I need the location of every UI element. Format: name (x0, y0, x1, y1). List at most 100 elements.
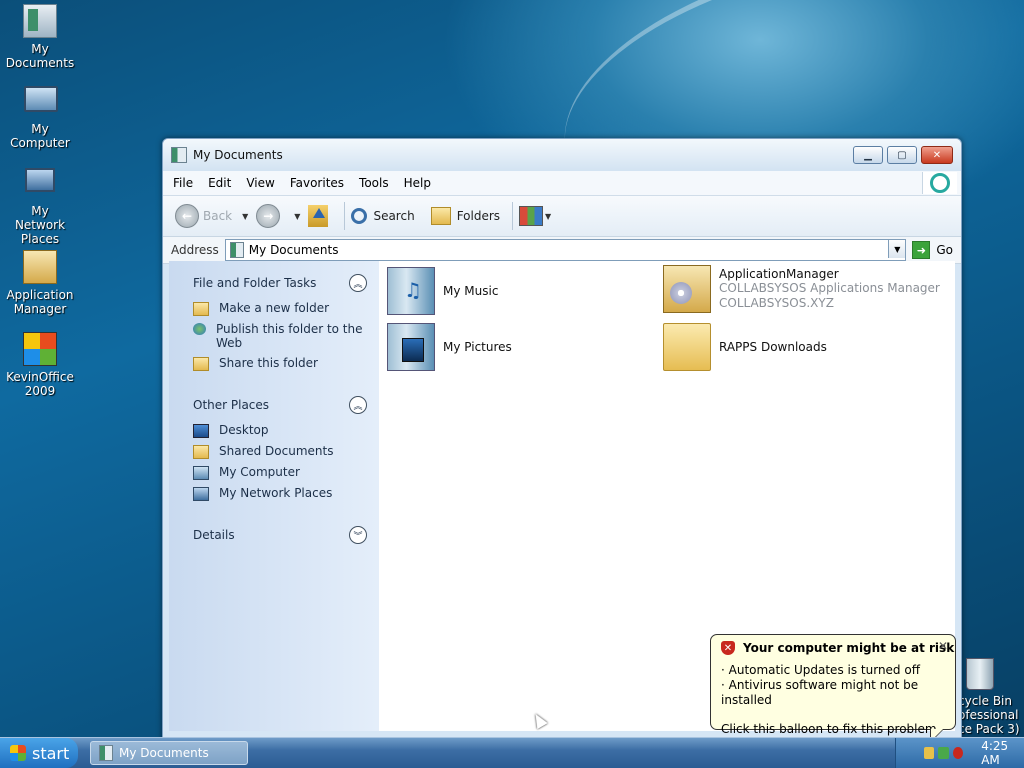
section-header[interactable]: Other Places ︽ (193, 393, 367, 417)
address-label: Address (171, 243, 219, 257)
start-button[interactable]: start (0, 738, 78, 768)
task-pane: File and Folder Tasks ︽ Make a new folde… (169, 261, 379, 731)
toolbar-separator (344, 202, 346, 230)
search-button[interactable]: Search (351, 208, 415, 224)
place-shared-documents[interactable]: Shared Documents (193, 444, 367, 459)
title-bar[interactable]: My Documents ▁ ▢ ✕ (163, 139, 961, 171)
application-package-icon (663, 265, 711, 313)
throbber-icon (930, 173, 950, 193)
desktop-icon-recycle-bin[interactable]: cycle Bin ofessional ce Pack 3) (958, 658, 1020, 736)
office-icon (23, 332, 57, 366)
folders-button[interactable]: Folders (430, 207, 501, 225)
views-button[interactable]: ▼ (519, 206, 551, 226)
task-make-new-folder[interactable]: Make a new folder (193, 301, 367, 316)
menu-edit[interactable]: Edit (208, 176, 231, 190)
up-button[interactable] (308, 205, 332, 227)
address-dropdown-icon[interactable]: ▼ (888, 240, 906, 258)
desktop-icon-label: My Computer (10, 122, 70, 150)
minimize-button[interactable]: ▁ (853, 146, 883, 164)
file-item-my-pictures[interactable]: My Pictures (387, 323, 512, 371)
balloon-line: · Antivirus software might not be instal… (721, 678, 919, 707)
go-button[interactable]: ➜ Go (912, 241, 953, 259)
menu-favorites[interactable]: Favorites (290, 176, 344, 190)
expand-icon[interactable]: ︾ (349, 526, 367, 544)
address-value: My Documents (248, 243, 339, 257)
folders-label: Folders (456, 209, 501, 223)
window-title: My Documents (193, 148, 283, 162)
taskbar-button-my-documents[interactable]: My Documents (90, 741, 248, 765)
tray-security-alert-icon[interactable] (952, 747, 964, 759)
place-label: My Network Places (219, 486, 333, 500)
tray-network-icon[interactable] (938, 747, 949, 759)
balloon-footer: Click this balloon to fix this problem. (721, 722, 941, 736)
task-share-folder[interactable]: Share this folder (193, 356, 367, 371)
place-network[interactable]: My Network Places (193, 486, 367, 501)
maximize-button[interactable]: ▢ (887, 146, 917, 164)
file-item-my-music[interactable]: My Music (387, 267, 498, 315)
file-description: COLLABSYSOS Applications Manager (719, 281, 940, 295)
address-input[interactable]: My Documents ▼ (224, 239, 907, 261)
recycle-bin-label-3: ce Pack 3) (958, 722, 1020, 736)
section-title: Details (193, 528, 235, 542)
new-folder-icon (193, 302, 209, 316)
menu-tools[interactable]: Tools (359, 176, 389, 190)
close-button[interactable]: ✕ (921, 146, 953, 164)
task-label: Make a new folder (219, 301, 330, 315)
desktop-icon-my-documents[interactable]: My Documents (0, 4, 80, 70)
search-icon (351, 208, 368, 224)
place-desktop[interactable]: Desktop (193, 423, 367, 438)
menu-view[interactable]: View (246, 176, 274, 190)
go-label: Go (936, 243, 953, 257)
clock[interactable]: 4:25 AM (981, 739, 1024, 767)
place-my-computer[interactable]: My Computer (193, 465, 367, 480)
menu-bar: File Edit View Favorites Tools Help (163, 171, 961, 196)
security-balloon[interactable]: ✕ ✕ Your computer might be at risk · Aut… (710, 634, 956, 743)
desktop-icon-label: Application Manager (6, 288, 74, 316)
menu-file[interactable]: File (173, 176, 193, 190)
collapse-icon[interactable]: ︽ (349, 274, 367, 292)
task-publish-web[interactable]: Publish this folder to the Web (193, 322, 367, 350)
file-name: RAPPS Downloads (719, 340, 827, 354)
file-name: My Pictures (443, 340, 512, 354)
file-item-rapps-downloads[interactable]: RAPPS Downloads (663, 323, 827, 371)
back-dropdown-icon[interactable]: ▼ (242, 212, 248, 221)
application-manager-icon (23, 250, 57, 284)
back-button[interactable]: ← Back (175, 204, 232, 228)
desktop-icon-office[interactable]: KevinOffice 2009 (0, 332, 80, 398)
desktop-icon-my-computer[interactable]: My Computer (0, 86, 80, 150)
taskbar: start My Documents 4:25 AM (0, 737, 1024, 768)
balloon-line: · Automatic Updates is turned off (721, 663, 920, 677)
tray-tool-icon[interactable] (924, 747, 935, 759)
forward-dropdown-icon[interactable]: ▼ (294, 212, 300, 221)
taskbar-button-label: My Documents (119, 746, 209, 760)
balloon-title: Your computer might be at risk (743, 641, 955, 655)
file-name: ApplicationManager (719, 267, 839, 281)
task-label: Share this folder (219, 356, 318, 370)
forward-button[interactable]: → (256, 204, 284, 228)
desktop-icon-network-places[interactable]: My Network Places (0, 168, 80, 246)
menu-help[interactable]: Help (404, 176, 431, 190)
desktop-icon-label: KevinOffice 2009 (6, 370, 74, 398)
computer-icon (193, 466, 209, 480)
file-item-application-manager[interactable]: ApplicationManager COLLABSYSOS Applicati… (663, 265, 940, 313)
music-folder-icon (387, 267, 435, 315)
folder-up-icon (308, 205, 329, 227)
recycle-bin-label-2: ofessional (958, 708, 1019, 722)
network-places-icon (24, 168, 56, 200)
views-dropdown-icon: ▼ (545, 211, 552, 221)
forward-arrow-icon: → (256, 204, 281, 228)
go-arrow-icon: ➜ (912, 241, 931, 259)
desktop-icon-application-manager[interactable]: Application Manager (0, 250, 80, 316)
back-arrow-icon: ← (175, 204, 199, 228)
collapse-icon[interactable]: ︽ (349, 396, 367, 414)
my-documents-icon (23, 4, 57, 38)
my-computer-icon (24, 86, 58, 118)
desktop-icon (193, 424, 209, 438)
section-header[interactable]: File and Folder Tasks ︽ (193, 271, 367, 295)
folder-icon (99, 745, 113, 761)
task-label: Publish this folder to the Web (216, 322, 363, 350)
balloon-close-icon[interactable]: ✕ (938, 639, 948, 653)
pictures-folder-icon (387, 323, 435, 371)
section-header[interactable]: Details ︾ (193, 523, 367, 547)
views-icon (519, 206, 544, 226)
